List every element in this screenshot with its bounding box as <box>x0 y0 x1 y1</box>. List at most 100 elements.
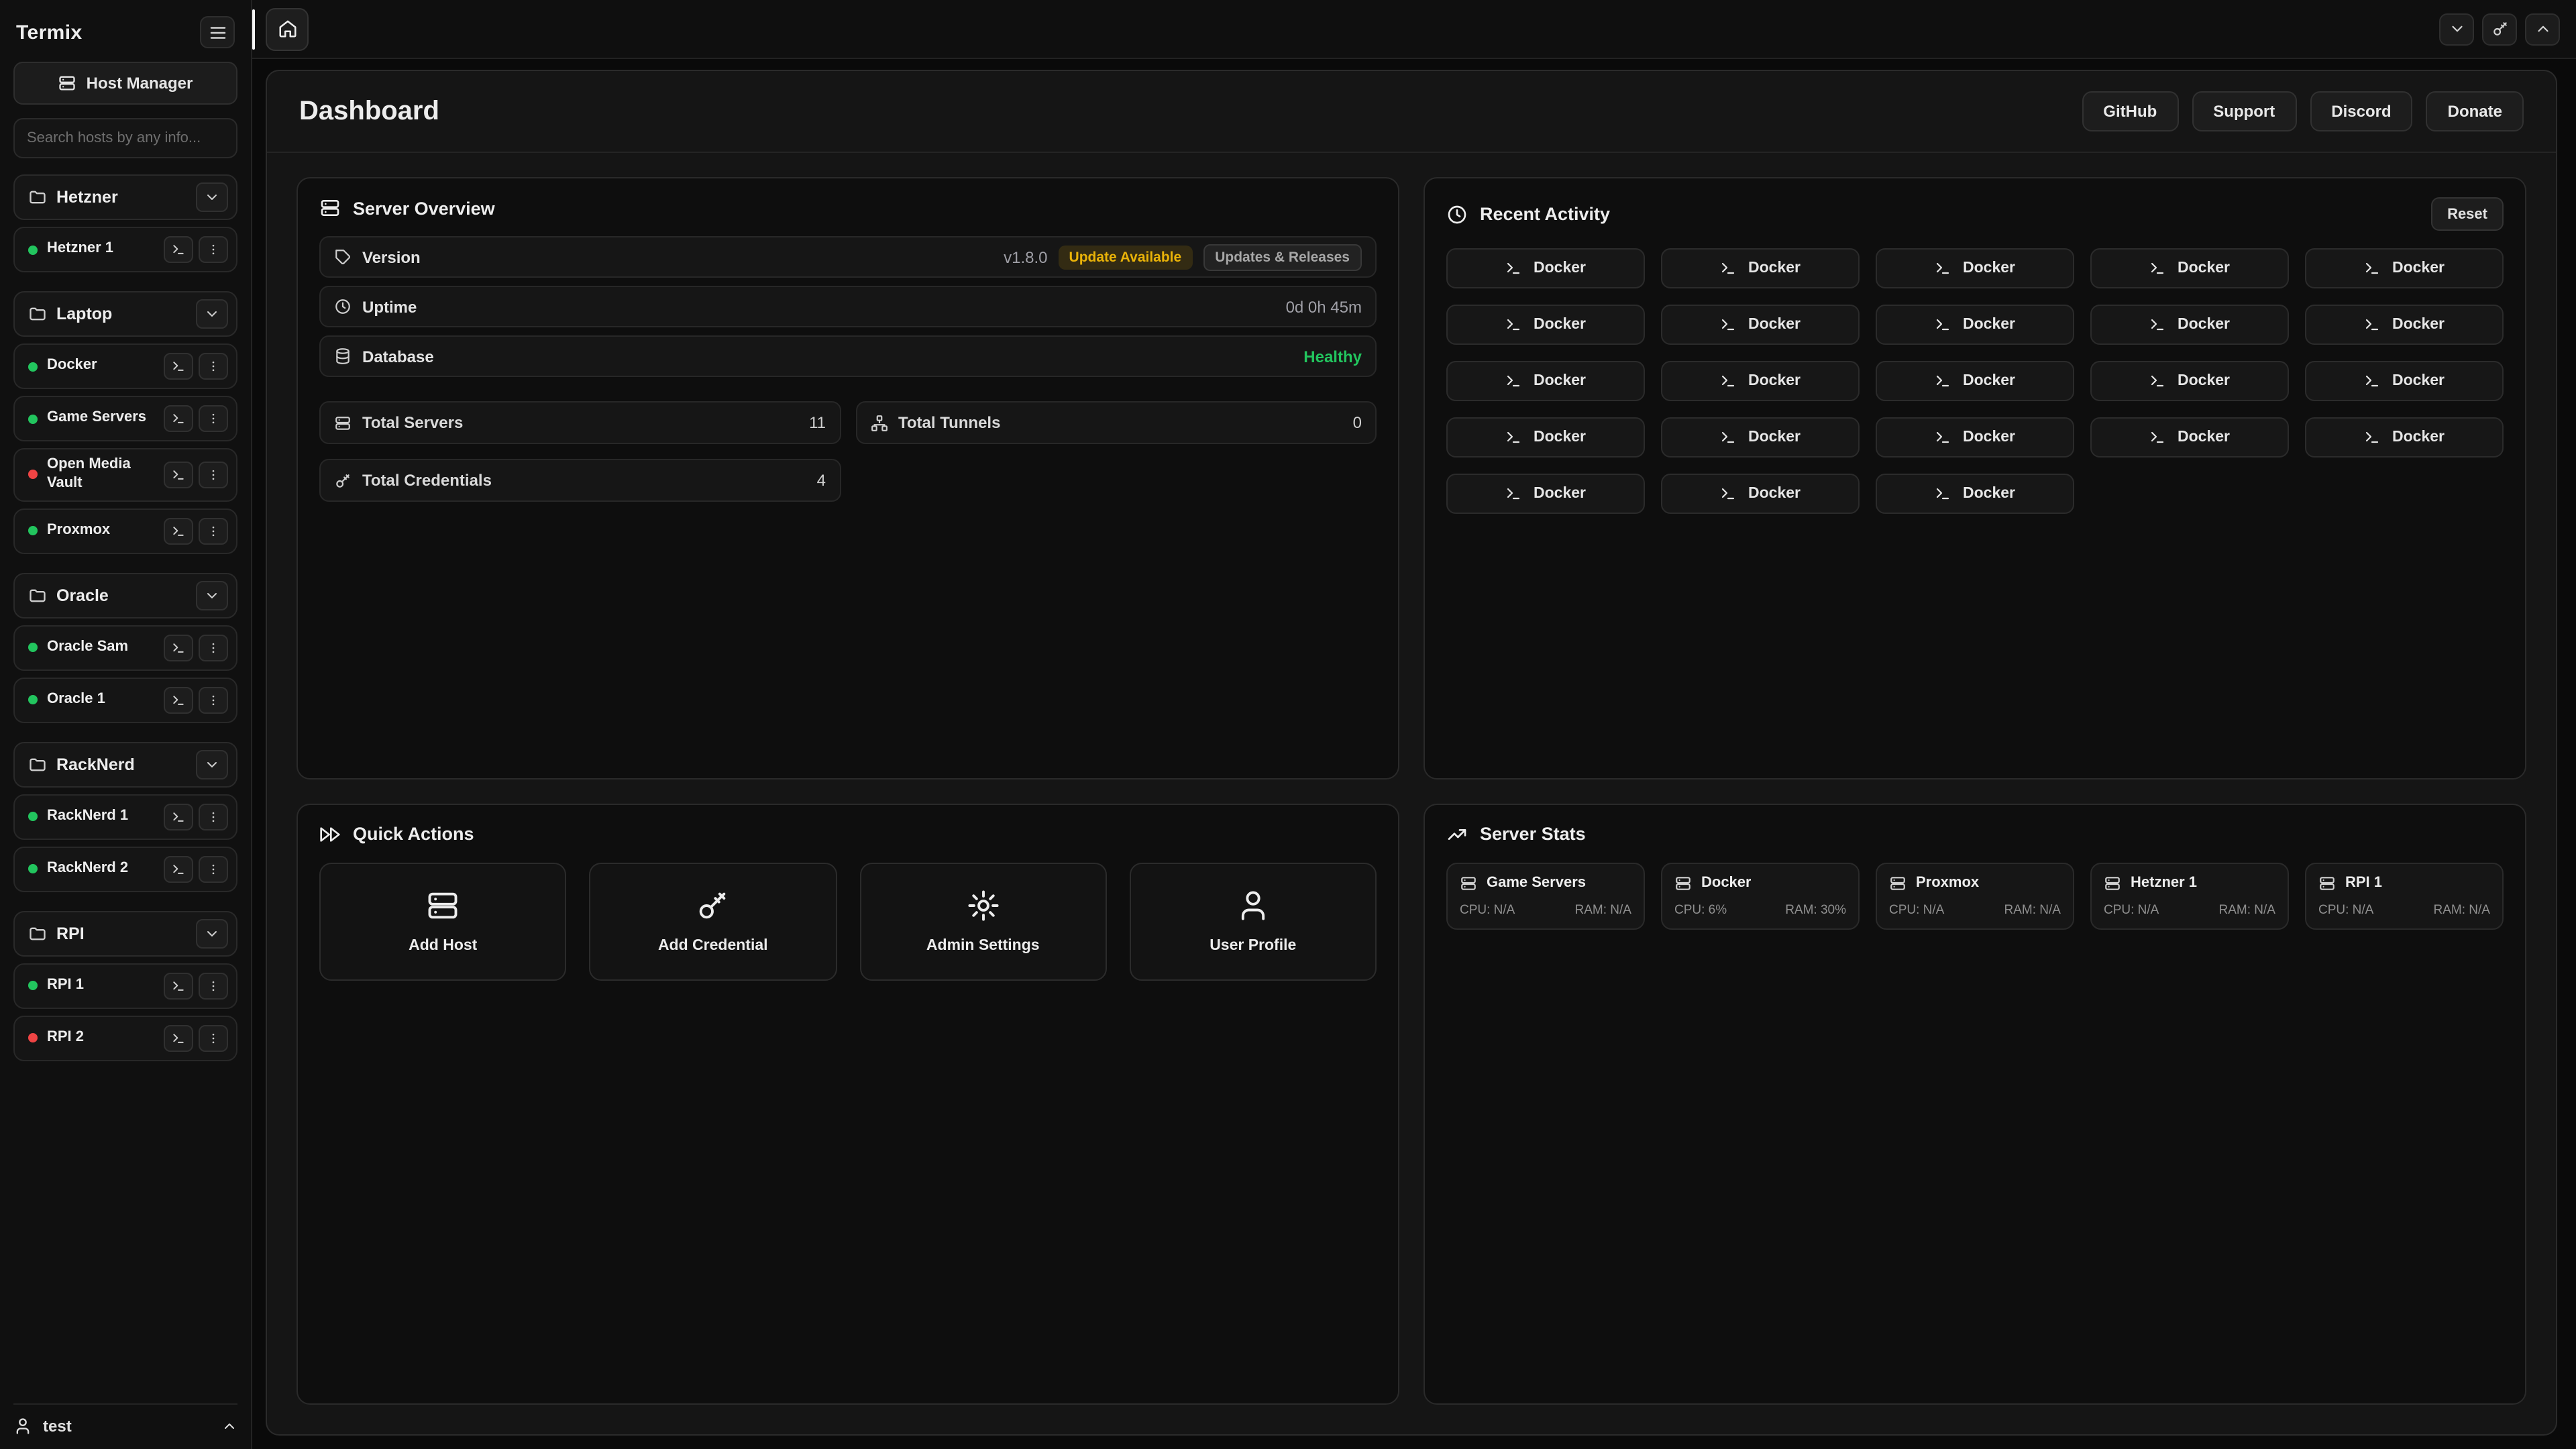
host-item[interactable]: RPI 1 <box>13 963 237 1008</box>
add-credential-label: Add Credential <box>658 938 768 954</box>
group-collapse-button[interactable] <box>196 299 228 329</box>
host-menu-button[interactable] <box>199 686 228 713</box>
activity-item-button[interactable]: Docker <box>1446 474 1645 514</box>
terminal-button[interactable] <box>164 972 193 999</box>
reset-button[interactable]: Reset <box>2431 197 2504 231</box>
activity-item-button[interactable]: Docker <box>1446 305 1645 345</box>
group-collapse-button[interactable] <box>196 749 228 779</box>
terminal-icon <box>1720 429 1736 445</box>
sidebar-menu-button[interactable] <box>200 16 235 48</box>
activity-item-button[interactable]: Docker <box>2305 417 2504 458</box>
terminal-button[interactable] <box>164 1024 193 1051</box>
host-item[interactable]: RPI 2 <box>13 1015 237 1061</box>
host-item[interactable]: Oracle Sam <box>13 625 237 670</box>
group-header[interactable]: Oracle <box>13 572 237 618</box>
terminal-button[interactable] <box>164 462 193 488</box>
terminal-button[interactable] <box>164 855 193 882</box>
terminal-button[interactable] <box>164 686 193 713</box>
terminal-button[interactable] <box>164 353 193 380</box>
header-link-button[interactable]: Donate <box>2426 91 2524 131</box>
host-item[interactable]: RackNerd 2 <box>13 846 237 892</box>
group-collapse-button[interactable] <box>196 182 228 212</box>
activity-item-button[interactable]: Docker <box>1661 361 1860 401</box>
server-stat-card: Hetzner 1 CPU: N/A RAM: N/A <box>2090 862 2289 929</box>
keys-button[interactable] <box>2482 13 2517 45</box>
stat-cpu: CPU: N/A <box>1460 902 1515 917</box>
activity-item-button[interactable]: Docker <box>1876 417 2074 458</box>
host-item[interactable]: Proxmox <box>13 508 237 553</box>
activity-item-button[interactable]: Docker <box>1446 248 1645 288</box>
activity-item-label: Docker <box>2392 429 2445 445</box>
user-profile-button[interactable]: User Profile <box>1130 862 1377 980</box>
total-tunnels-label: Total Tunnels <box>898 413 1000 432</box>
host-item[interactable]: Hetzner 1 <box>13 227 237 272</box>
activity-item-button[interactable]: Docker <box>1446 417 1645 458</box>
activity-item-button[interactable]: Docker <box>2305 361 2504 401</box>
terminal-button[interactable] <box>164 634 193 661</box>
terminal-button[interactable] <box>164 236 193 263</box>
header-link-button[interactable]: GitHub <box>2082 91 2178 131</box>
activity-item-button[interactable]: Docker <box>2090 361 2289 401</box>
terminal-icon <box>1505 260 1521 276</box>
activity-item-button[interactable]: Docker <box>2090 417 2289 458</box>
host-actions <box>164 855 228 882</box>
activity-item-button[interactable]: Docker <box>1661 417 1860 458</box>
host-item[interactable]: Oracle 1 <box>13 677 237 722</box>
add-credential-button[interactable]: Add Credential <box>590 862 837 980</box>
host-menu-button[interactable] <box>199 462 228 488</box>
host-menu-button[interactable] <box>199 634 228 661</box>
terminal-button[interactable] <box>164 517 193 544</box>
header-link-button[interactable]: Support <box>2192 91 2296 131</box>
activity-item-button[interactable]: Docker <box>2090 248 2289 288</box>
card-title: Recent Activity <box>1480 204 1610 224</box>
activity-item-button[interactable]: Docker <box>2305 305 2504 345</box>
host-menu-button[interactable] <box>199 1024 228 1051</box>
activity-item-button[interactable]: Docker <box>1661 474 1860 514</box>
group-header[interactable]: Laptop <box>13 291 237 337</box>
group-collapse-button[interactable] <box>196 918 228 948</box>
host-menu-button[interactable] <box>199 517 228 544</box>
collapse-down-button[interactable] <box>2439 13 2474 45</box>
activity-item-button[interactable]: Docker <box>1876 474 2074 514</box>
host-menu-button[interactable] <box>199 236 228 263</box>
activity-item-button[interactable]: Docker <box>1446 361 1645 401</box>
status-dot <box>28 245 38 254</box>
activity-item-button[interactable]: Docker <box>2090 305 2289 345</box>
host-item[interactable]: Open Media Vault <box>13 448 237 501</box>
group-collapse-button[interactable] <box>196 580 228 610</box>
terminal-button[interactable] <box>164 803 193 830</box>
updates-releases-button[interactable]: Updates & Releases <box>1203 244 1362 270</box>
activity-item-button[interactable]: Docker <box>2305 248 2504 288</box>
group-header[interactable]: Hetzner <box>13 174 237 220</box>
group-header[interactable]: RackNerd <box>13 741 237 787</box>
kebab-icon <box>207 862 220 875</box>
activity-item-button[interactable]: Docker <box>1876 248 2074 288</box>
host-manager-button[interactable]: Host Manager <box>13 62 237 105</box>
fast-forward-icon <box>319 823 341 845</box>
host-menu-button[interactable] <box>199 405 228 432</box>
host-item[interactable]: Docker <box>13 343 237 389</box>
activity-item-button[interactable]: Docker <box>1661 305 1860 345</box>
host-menu-button[interactable] <box>199 353 228 380</box>
collapse-up-button[interactable] <box>2525 13 2560 45</box>
activity-item-button[interactable]: Docker <box>1661 248 1860 288</box>
activity-item-button[interactable]: Docker <box>1876 305 2074 345</box>
group-header[interactable]: RPI <box>13 910 237 956</box>
chevron-down-icon <box>204 587 220 603</box>
host-item[interactable]: Game Servers <box>13 396 237 441</box>
search-input[interactable] <box>13 118 237 158</box>
host-item[interactable]: RackNerd 1 <box>13 794 237 839</box>
page-title: Dashboard <box>299 96 439 127</box>
tab-home[interactable] <box>266 7 309 50</box>
main-area: Dashboard GitHub Support Discord <box>252 0 2576 1449</box>
admin-settings-button[interactable]: Admin Settings <box>859 862 1107 980</box>
host-menu-button[interactable] <box>199 803 228 830</box>
host-menu-button[interactable] <box>199 972 228 999</box>
host-menu-button[interactable] <box>199 855 228 882</box>
user-menu[interactable]: test <box>13 1403 237 1436</box>
host-name: RPI 1 <box>47 976 154 995</box>
add-host-button[interactable]: Add Host <box>319 862 567 980</box>
activity-item-button[interactable]: Docker <box>1876 361 2074 401</box>
header-link-button[interactable]: Discord <box>2310 91 2412 131</box>
terminal-button[interactable] <box>164 405 193 432</box>
